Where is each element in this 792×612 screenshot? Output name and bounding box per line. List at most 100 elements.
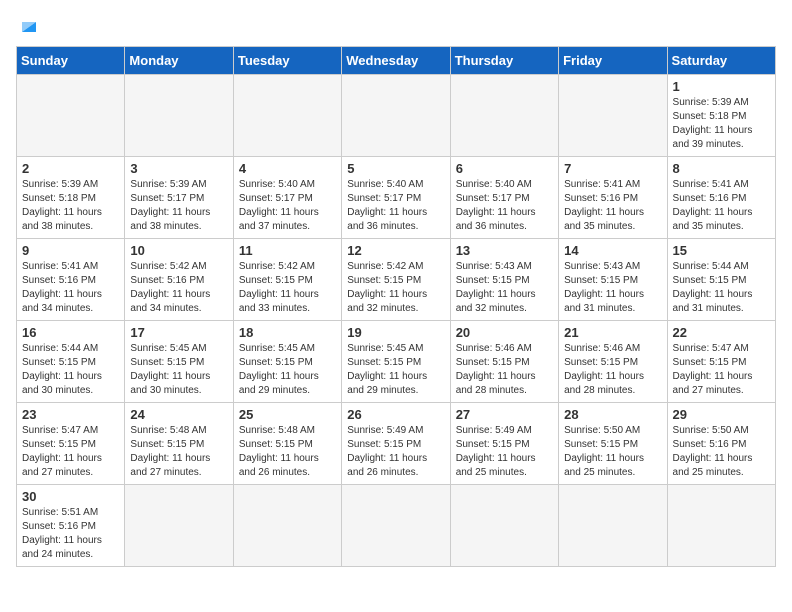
day-number: 11 xyxy=(239,243,336,258)
day-number: 25 xyxy=(239,407,336,422)
calendar-cell xyxy=(450,75,558,157)
cell-info: Sunrise: 5:42 AM Sunset: 5:15 PM Dayligh… xyxy=(347,260,444,316)
cell-info: Sunrise: 5:40 AM Sunset: 5:17 PM Dayligh… xyxy=(347,178,444,234)
calendar-cell: 2 Sunrise: 5:39 AM Sunset: 5:18 PM Daylig… xyxy=(17,157,125,239)
day-number: 4 xyxy=(239,161,336,176)
logo-icon xyxy=(18,14,40,36)
cell-info: Sunrise: 5:39 AM Sunset: 5:18 PM Dayligh… xyxy=(22,178,119,234)
cell-info: Sunrise: 5:39 AM Sunset: 5:17 PM Dayligh… xyxy=(130,178,227,234)
calendar-cell: 22Sunrise: 5:47 AM Sunset: 5:15 PM Dayli… xyxy=(667,321,775,403)
calendar-cell: 21 Sunrise: 5:46 AM Sunset: 5:15 PM Dayli… xyxy=(559,321,667,403)
calendar-cell xyxy=(125,75,233,157)
day-number: 2 xyxy=(22,161,119,176)
cell-info: Sunrise: 5:46 AM Sunset: 5:15 PM Dayligh… xyxy=(564,342,661,398)
calendar-cell: 14 Sunrise: 5:43 AM Sunset: 5:15 PM Dayli… xyxy=(559,239,667,321)
calendar-cell: 5 Sunrise: 5:40 AM Sunset: 5:17 PM Daylig… xyxy=(342,157,450,239)
cell-info: Sunrise: 5:45 AM Sunset: 5:15 PM Dayligh… xyxy=(239,342,336,398)
day-header-thursday: Thursday xyxy=(450,47,558,75)
day-number: 27 xyxy=(456,407,553,422)
day-header-wednesday: Wednesday xyxy=(342,47,450,75)
calendar-cell xyxy=(450,485,558,567)
cell-info: Sunrise: 5:44 AM Sunset: 5:15 PM Dayligh… xyxy=(22,342,119,398)
cell-info: Sunrise: 5:48 AM Sunset: 5:15 PM Dayligh… xyxy=(130,424,227,480)
cell-info: Sunrise: 5:39 AM Sunset: 5:18 PM Dayligh… xyxy=(673,96,770,152)
day-number: 16 xyxy=(22,325,119,340)
day-number: 13 xyxy=(456,243,553,258)
calendar-cell: 30Sunrise: 5:51 AM Sunset: 5:16 PM Dayli… xyxy=(17,485,125,567)
cell-info: Sunrise: 5:48 AM Sunset: 5:15 PM Dayligh… xyxy=(239,424,336,480)
day-number: 15 xyxy=(673,243,770,258)
cell-info: Sunrise: 5:42 AM Sunset: 5:15 PM Dayligh… xyxy=(239,260,336,316)
cell-info: Sunrise: 5:40 AM Sunset: 5:17 PM Dayligh… xyxy=(239,178,336,234)
page-header xyxy=(16,16,776,36)
calendar-table: SundayMondayTuesdayWednesdayThursdayFrid… xyxy=(16,46,776,567)
calendar-cell xyxy=(233,485,341,567)
calendar-cell xyxy=(559,75,667,157)
cell-info: Sunrise: 5:46 AM Sunset: 5:15 PM Dayligh… xyxy=(456,342,553,398)
cell-info: Sunrise: 5:43 AM Sunset: 5:15 PM Dayligh… xyxy=(564,260,661,316)
cell-info: Sunrise: 5:41 AM Sunset: 5:16 PM Dayligh… xyxy=(22,260,119,316)
day-header-tuesday: Tuesday xyxy=(233,47,341,75)
day-number: 21 xyxy=(564,325,661,340)
calendar-cell: 13 Sunrise: 5:43 AM Sunset: 5:15 PM Dayli… xyxy=(450,239,558,321)
cell-info: Sunrise: 5:50 AM Sunset: 5:16 PM Dayligh… xyxy=(673,424,770,480)
day-number: 20 xyxy=(456,325,553,340)
calendar-cell: 27Sunrise: 5:49 AM Sunset: 5:15 PM Dayli… xyxy=(450,403,558,485)
day-number: 7 xyxy=(564,161,661,176)
cell-info: Sunrise: 5:43 AM Sunset: 5:15 PM Dayligh… xyxy=(456,260,553,316)
calendar-cell: 17 Sunrise: 5:45 AM Sunset: 5:15 PM Dayli… xyxy=(125,321,233,403)
day-header-sunday: Sunday xyxy=(17,47,125,75)
calendar-cell: 1 Sunrise: 5:39 AM Sunset: 5:18 PM Daylig… xyxy=(667,75,775,157)
day-header-friday: Friday xyxy=(559,47,667,75)
day-number: 1 xyxy=(673,79,770,94)
day-number: 18 xyxy=(239,325,336,340)
cell-info: Sunrise: 5:41 AM Sunset: 5:16 PM Dayligh… xyxy=(564,178,661,234)
cell-info: Sunrise: 5:40 AM Sunset: 5:17 PM Dayligh… xyxy=(456,178,553,234)
calendar-cell: 11 Sunrise: 5:42 AM Sunset: 5:15 PM Dayli… xyxy=(233,239,341,321)
calendar-cell: 16 Sunrise: 5:44 AM Sunset: 5:15 PM Dayli… xyxy=(17,321,125,403)
cell-info: Sunrise: 5:44 AM Sunset: 5:15 PM Dayligh… xyxy=(673,260,770,316)
day-number: 3 xyxy=(130,161,227,176)
calendar-cell: 24 Sunrise: 5:48 AM Sunset: 5:15 PM Dayli… xyxy=(125,403,233,485)
day-number: 29 xyxy=(673,407,770,422)
day-number: 19 xyxy=(347,325,444,340)
day-number: 24 xyxy=(130,407,227,422)
calendar-cell xyxy=(667,485,775,567)
calendar-cell xyxy=(233,75,341,157)
day-number: 23 xyxy=(22,407,119,422)
calendar-cell xyxy=(559,485,667,567)
cell-info: Sunrise: 5:50 AM Sunset: 5:15 PM Dayligh… xyxy=(564,424,661,480)
calendar-cell: 6 Sunrise: 5:40 AM Sunset: 5:17 PM Daylig… xyxy=(450,157,558,239)
cell-info: Sunrise: 5:49 AM Sunset: 5:15 PM Dayligh… xyxy=(347,424,444,480)
cell-info: Sunrise: 5:41 AM Sunset: 5:16 PM Dayligh… xyxy=(673,178,770,234)
calendar-cell: 15 Sunrise: 5:44 AM Sunset: 5:15 PM Dayli… xyxy=(667,239,775,321)
calendar-cell: 4 Sunrise: 5:40 AM Sunset: 5:17 PM Daylig… xyxy=(233,157,341,239)
calendar-cell xyxy=(17,75,125,157)
cell-info: Sunrise: 5:45 AM Sunset: 5:15 PM Dayligh… xyxy=(347,342,444,398)
day-number: 28 xyxy=(564,407,661,422)
calendar-cell: 9 Sunrise: 5:41 AM Sunset: 5:16 PM Daylig… xyxy=(17,239,125,321)
calendar-cell: 19 Sunrise: 5:45 AM Sunset: 5:15 PM Dayli… xyxy=(342,321,450,403)
day-number: 14 xyxy=(564,243,661,258)
day-number: 9 xyxy=(22,243,119,258)
day-header-monday: Monday xyxy=(125,47,233,75)
logo xyxy=(16,16,40,36)
calendar-cell: 25 Sunrise: 5:48 AM Sunset: 5:15 PM Dayli… xyxy=(233,403,341,485)
day-number: 5 xyxy=(347,161,444,176)
day-header-saturday: Saturday xyxy=(667,47,775,75)
day-number: 6 xyxy=(456,161,553,176)
calendar-cell: 29 Sunrise: 5:50 AM Sunset: 5:16 PM Dayli… xyxy=(667,403,775,485)
calendar-cell: 20 Sunrise: 5:46 AM Sunset: 5:15 PM Dayli… xyxy=(450,321,558,403)
day-number: 17 xyxy=(130,325,227,340)
cell-info: Sunrise: 5:45 AM Sunset: 5:15 PM Dayligh… xyxy=(130,342,227,398)
calendar-cell: 28 Sunrise: 5:50 AM Sunset: 5:15 PM Dayli… xyxy=(559,403,667,485)
calendar-cell: 3 Sunrise: 5:39 AM Sunset: 5:17 PM Daylig… xyxy=(125,157,233,239)
calendar-cell xyxy=(342,75,450,157)
day-number: 10 xyxy=(130,243,227,258)
day-number: 12 xyxy=(347,243,444,258)
calendar-cell: 26Sunrise: 5:49 AM Sunset: 5:15 PM Dayli… xyxy=(342,403,450,485)
cell-info: Sunrise: 5:47 AM Sunset: 5:15 PM Dayligh… xyxy=(22,424,119,480)
calendar-cell: 23 Sunrise: 5:47 AM Sunset: 5:15 PM Dayli… xyxy=(17,403,125,485)
calendar-cell xyxy=(125,485,233,567)
calendar-cell: 10Sunrise: 5:42 AM Sunset: 5:16 PM Dayli… xyxy=(125,239,233,321)
